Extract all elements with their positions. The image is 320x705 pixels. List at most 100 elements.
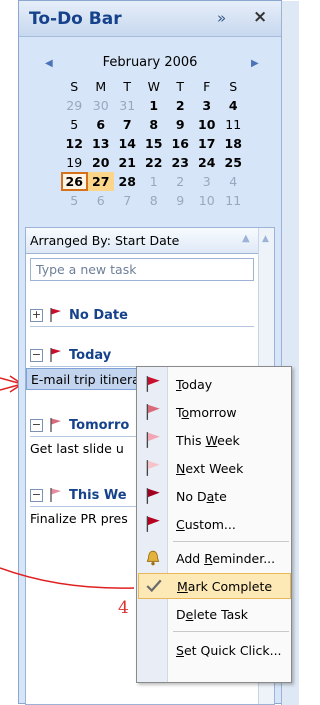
menu-item-add-reminder[interactable]: Add Reminder... xyxy=(138,545,291,571)
calendar-day[interactable]: 26 xyxy=(61,172,88,191)
day-of-week-label: S xyxy=(70,79,79,94)
calendar-day[interactable]: 7 xyxy=(114,191,141,210)
group-label-this-week: This We xyxy=(69,487,127,503)
calendar-day[interactable]: 14 xyxy=(114,134,141,153)
callout-line xyxy=(0,567,135,589)
calendar-day[interactable]: 21 xyxy=(114,153,141,172)
calendar-day[interactable]: 4 xyxy=(220,172,247,191)
calendar-day[interactable]: 1 xyxy=(141,172,168,191)
calendar-day[interactable]: 29 xyxy=(61,96,88,115)
calendar-day[interactable]: 10 xyxy=(194,115,221,134)
menu-item-mark-complete[interactable]: Mark Complete xyxy=(138,573,291,599)
flag-icon xyxy=(50,418,61,432)
expand-icon[interactable]: » xyxy=(217,9,226,27)
close-icon[interactable]: × xyxy=(253,7,267,27)
calendar-day[interactable]: 7 xyxy=(114,115,141,134)
calendar-day[interactable]: 16 xyxy=(167,134,194,153)
new-task-input[interactable]: Type a new task xyxy=(30,258,254,281)
calendar-day[interactable]: 4 xyxy=(220,96,247,115)
calendar-day[interactable]: 10 xyxy=(194,191,221,210)
menu-item-tomorrow[interactable]: Tomorrow xyxy=(138,399,291,425)
flag-this-week-icon xyxy=(146,432,160,448)
calendar-day[interactable]: 5 xyxy=(61,191,88,210)
collapse-group-icon[interactable]: − xyxy=(30,348,43,362)
menu-label: Mark Complete xyxy=(177,578,273,594)
calendar-day[interactable]: 9 xyxy=(167,191,194,210)
calendar-day[interactable]: 15 xyxy=(141,134,168,153)
calendar-day[interactable]: 30 xyxy=(88,96,115,115)
menu-label: Delete Task xyxy=(176,606,249,622)
day-of-week-label: M xyxy=(95,79,107,94)
menu-item-next-week[interactable]: Next Week xyxy=(138,455,291,481)
calendar-day[interactable]: 25 xyxy=(220,153,247,172)
group-label-no-date: No Date xyxy=(69,307,128,323)
calendar-day[interactable]: 6 xyxy=(88,191,115,210)
group-label-tomorrow: Tomorro xyxy=(69,417,130,433)
menu-item-custom[interactable]: Custom... xyxy=(138,511,291,537)
menu-label: Tomorrow xyxy=(176,404,237,420)
menu-item-no-date[interactable]: No Date xyxy=(138,483,291,509)
expand-group-icon[interactable]: + xyxy=(30,308,43,322)
menu-item-this-week[interactable]: This Week xyxy=(138,427,291,453)
calendar-day[interactable]: 6 xyxy=(88,115,115,134)
calendar-day[interactable]: 18 xyxy=(220,134,247,153)
calendar-week-row: 29 30 31 1 2 3 4 xyxy=(61,96,247,115)
flag-icon xyxy=(50,308,61,322)
calendar-day[interactable]: 9 xyxy=(167,115,194,134)
calendar-day[interactable]: 22 xyxy=(141,153,168,172)
collapse-group-icon[interactable]: − xyxy=(30,488,43,502)
date-navigator: ◀ February 2006 ▶ S M T W T F S 29 30 31 1 2 3 4 5 6 7 8 9… xyxy=(19,47,281,223)
flag-tomorrow-icon xyxy=(146,404,160,420)
calendar-day[interactable]: 3 xyxy=(194,96,221,115)
calendar-day[interactable]: 20 xyxy=(88,153,115,172)
menu-label: Custom... xyxy=(176,516,236,532)
group-header-tomorrow[interactable]: − Tomorro xyxy=(30,414,129,436)
calendar-week-row: 26 27 28 1 2 3 4 xyxy=(61,172,247,191)
calendar-day[interactable]: 28 xyxy=(114,172,141,191)
day-of-week-label: T xyxy=(123,79,132,94)
calendar-day[interactable]: 8 xyxy=(141,115,168,134)
flag-icon xyxy=(50,488,61,502)
arranged-by-header[interactable]: Arranged By: Start Date ▲ xyxy=(26,228,258,254)
bell-icon xyxy=(146,550,160,566)
next-month-icon[interactable]: ▶ xyxy=(251,58,259,69)
calendar-day[interactable]: 27 xyxy=(87,172,114,191)
calendar-day[interactable]: 31 xyxy=(114,96,141,115)
calendar-day[interactable]: 3 xyxy=(194,172,221,191)
calendar-day[interactable]: 8 xyxy=(141,191,168,210)
menu-label: Next Week xyxy=(176,460,244,476)
menu-label: Set Quick Click... xyxy=(176,642,282,658)
calendar-day[interactable]: 19 xyxy=(61,153,88,172)
collapse-group-icon[interactable]: − xyxy=(30,418,43,432)
day-of-week-row: SMTWTFS xyxy=(61,77,247,96)
scroll-up-icon[interactable]: ▲ xyxy=(262,234,269,244)
menu-separator xyxy=(173,541,289,542)
calendar-day[interactable]: 24 xyxy=(194,153,221,172)
menu-item-set-quick-click[interactable]: Set Quick Click... xyxy=(138,637,291,663)
calendar-day[interactable]: 11 xyxy=(220,115,247,134)
calendar-day[interactable]: 11 xyxy=(220,191,247,210)
flag-icon xyxy=(50,348,61,362)
group-header-no-date[interactable]: + No Date xyxy=(30,304,128,326)
menu-label: This Week xyxy=(176,432,240,448)
calendar-month-title: February 2006 xyxy=(102,55,198,70)
task-subject: Finalize PR pres xyxy=(30,511,128,526)
calendar-day[interactable]: 23 xyxy=(167,153,194,172)
menu-item-delete-task[interactable]: Delete Task xyxy=(138,601,291,627)
calendar-day[interactable]: 2 xyxy=(167,96,194,115)
day-of-week-label: S xyxy=(229,79,238,94)
todo-bar-title: To-Do Bar xyxy=(29,9,122,29)
calendar-day[interactable]: 1 xyxy=(141,96,168,115)
calendar-day[interactable]: 2 xyxy=(167,172,194,191)
group-header-today[interactable]: − Today xyxy=(30,344,111,366)
calendar-day[interactable]: 17 xyxy=(194,134,221,153)
menu-label: Add Reminder... xyxy=(176,550,276,566)
menu-item-today[interactable]: Today xyxy=(138,371,291,397)
calendar-week-row: 5 6 7 8 9 10 11 xyxy=(61,115,247,134)
calendar-day[interactable]: 13 xyxy=(88,134,115,153)
sort-ascending-icon[interactable]: ▲ xyxy=(242,233,250,244)
flag-next-week-icon xyxy=(146,460,160,476)
calendar-day[interactable]: 12 xyxy=(61,134,88,153)
group-header-this-week[interactable]: − This We xyxy=(30,484,127,506)
calendar-day[interactable]: 5 xyxy=(61,115,88,134)
